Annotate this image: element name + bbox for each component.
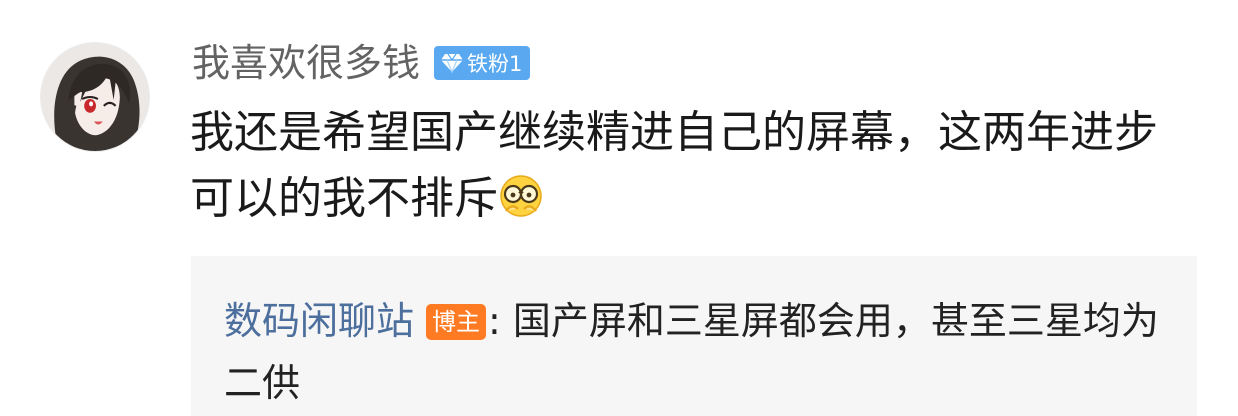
reply-author[interactable]: 数码闲聊站	[224, 299, 414, 343]
avatar-image	[41, 43, 149, 151]
username[interactable]: 我喜欢很多钱	[192, 38, 420, 88]
reply-text: 数码闲聊站 博主: 国产屏和三星屏都会用，甚至三星均为二供	[224, 290, 1174, 414]
reply-separator: :	[488, 299, 513, 343]
comment-item: 我喜欢很多钱 铁粉1 我还是希望国产继续精进自己的屏幕，这两年进步可以的我不排斥	[0, 0, 1238, 416]
username-row: 我喜欢很多钱 铁粉1	[192, 38, 531, 88]
reply-box[interactable]: 数码闲聊站 博主: 国产屏和三星屏都会用，甚至三星均为二供	[191, 256, 1197, 416]
diamond-icon	[441, 53, 464, 74]
comment-text: 我还是希望国产继续精进自己的屏幕，这两年进步可以的我不排斥	[190, 100, 1180, 232]
fan-badge-label: 铁粉1	[467, 52, 523, 76]
blogger-badge: 博主	[426, 304, 487, 340]
fan-badge[interactable]: 铁粉1	[434, 46, 531, 80]
glasses-emoji-icon	[498, 173, 544, 219]
avatar[interactable]	[40, 42, 150, 152]
comment-body: 我还是希望国产继续精进自己的屏幕，这两年进步可以的我不排斥	[190, 107, 1158, 224]
